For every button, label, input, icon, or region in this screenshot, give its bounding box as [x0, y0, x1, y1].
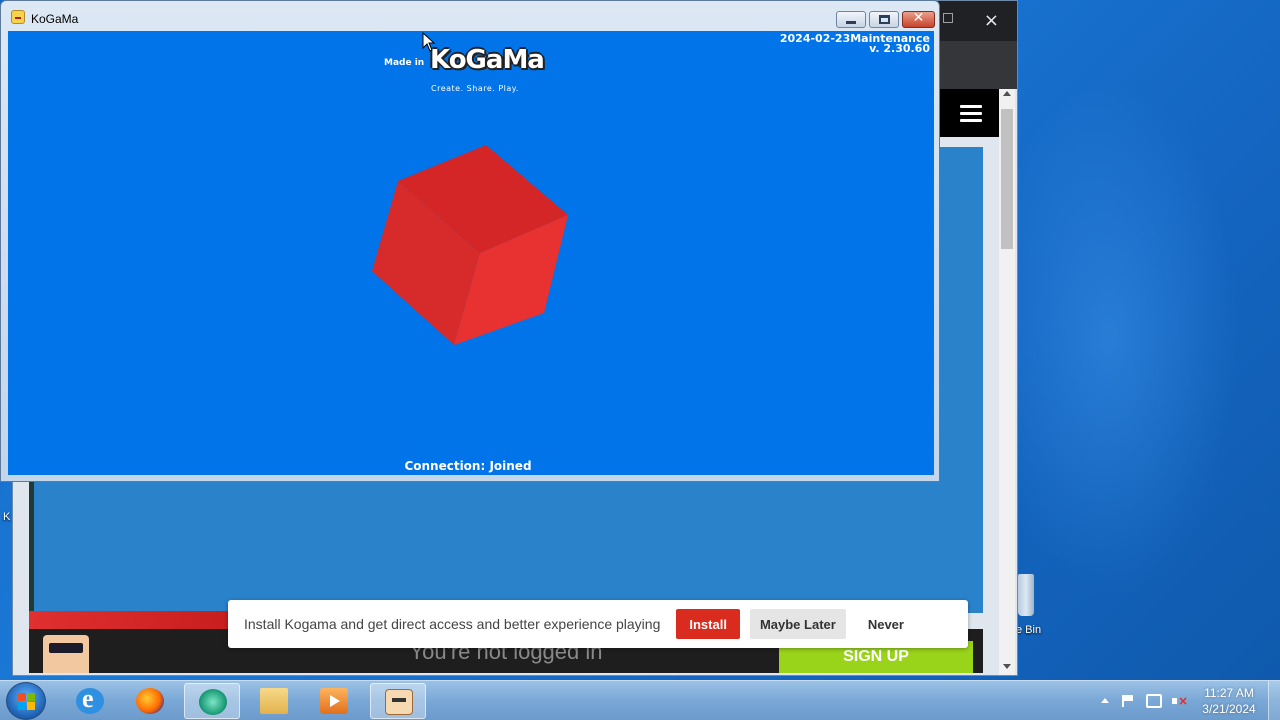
action-center-flag-icon[interactable]: [1122, 695, 1134, 707]
restore-button[interactable]: [869, 11, 899, 28]
show-desktop-button[interactable]: [1268, 681, 1280, 720]
mouse-cursor-icon: [422, 32, 436, 52]
taskbar-item-teal-app[interactable]: [184, 683, 240, 719]
media-icon: [320, 688, 348, 714]
scroll-up-icon[interactable]: [1003, 91, 1011, 96]
recycle-bin-icon[interactable]: e Bin: [1012, 572, 1052, 642]
version-info: 2024-02-23Maintenance v. 2.30.60: [780, 33, 930, 55]
browser-maximize-icon[interactable]: [943, 13, 953, 23]
maybe-later-button[interactable]: Maybe Later: [749, 609, 846, 639]
hamburger-menu-icon[interactable]: [960, 105, 982, 123]
taskbar-item-kogama[interactable]: [370, 683, 426, 719]
show-hidden-icons-icon[interactable]: [1101, 698, 1109, 703]
game-canvas[interactable]: Made in KoGaMa Create. Share. Play. 2024…: [8, 31, 934, 475]
window-controls: ✕: [833, 10, 935, 28]
game-window-title: KoGaMa: [31, 12, 79, 26]
taskbar-item-internet-explorer[interactable]: [62, 683, 118, 719]
clock-time: 11:27 AM: [1204, 686, 1254, 700]
teal-app-icon: [199, 689, 227, 715]
connection-status: Connection: Joined: [404, 459, 532, 473]
browser-close-button[interactable]: ×: [984, 10, 999, 31]
desktop-icon-label-partial: K: [3, 511, 11, 523]
network-icon[interactable]: [1146, 694, 1162, 708]
install-button[interactable]: Install: [676, 609, 740, 639]
desktop-glow: [980, 80, 1240, 600]
recycle-bin-label: e Bin: [1016, 624, 1042, 636]
kogama-logo: KoGaMa: [430, 45, 545, 75]
install-banner-message: Install Kogama and get direct access and…: [244, 616, 661, 632]
clock-date: 3/21/2024: [1202, 702, 1256, 716]
minimize-icon: [846, 21, 856, 24]
restore-icon: [879, 15, 890, 24]
loading-cube: [372, 145, 568, 345]
kogama-icon: [385, 689, 413, 715]
taskbar-item-file-explorer[interactable]: [246, 683, 302, 719]
recycle-bin-graphic: [1018, 574, 1034, 616]
page-scrollbar[interactable]: [999, 89, 1015, 675]
red-stripe-decoration: [29, 611, 229, 631]
game-window: KoGaMa ✕ Made in KoGaMa Create. Share. P…: [0, 0, 940, 482]
game-titlebar[interactable]: KoGaMa ✕: [1, 1, 939, 31]
never-button[interactable]: Never: [868, 617, 904, 632]
firefox-icon: [136, 688, 164, 714]
taskbar-item-firefox[interactable]: [122, 683, 178, 719]
taskbar-item-media-player[interactable]: [306, 683, 362, 719]
version-number: v. 2.30.60: [869, 42, 930, 55]
site-header: [939, 89, 999, 137]
minimize-button[interactable]: [836, 11, 866, 28]
close-button[interactable]: ✕: [902, 10, 935, 28]
close-icon: ✕: [912, 10, 925, 26]
windows-logo-icon: [18, 693, 36, 711]
made-in-label: Made in: [384, 58, 425, 68]
kogama-tagline: Create. Share. Play.: [431, 84, 519, 93]
folder-icon: [260, 688, 288, 714]
install-banner: Install Kogama and get direct access and…: [228, 600, 968, 648]
taskbar-clock[interactable]: 11:27 AM 3/21/2024: [1196, 685, 1262, 717]
volume-muted-icon[interactable]: [1172, 694, 1188, 708]
scroll-thumb[interactable]: [1001, 109, 1013, 249]
scroll-down-icon[interactable]: [1003, 664, 1011, 669]
taskbar: 11:27 AM 3/21/2024: [0, 680, 1280, 720]
kogama-app-icon: [11, 10, 25, 24]
ie-icon: [76, 684, 104, 714]
start-button[interactable]: [6, 682, 46, 720]
